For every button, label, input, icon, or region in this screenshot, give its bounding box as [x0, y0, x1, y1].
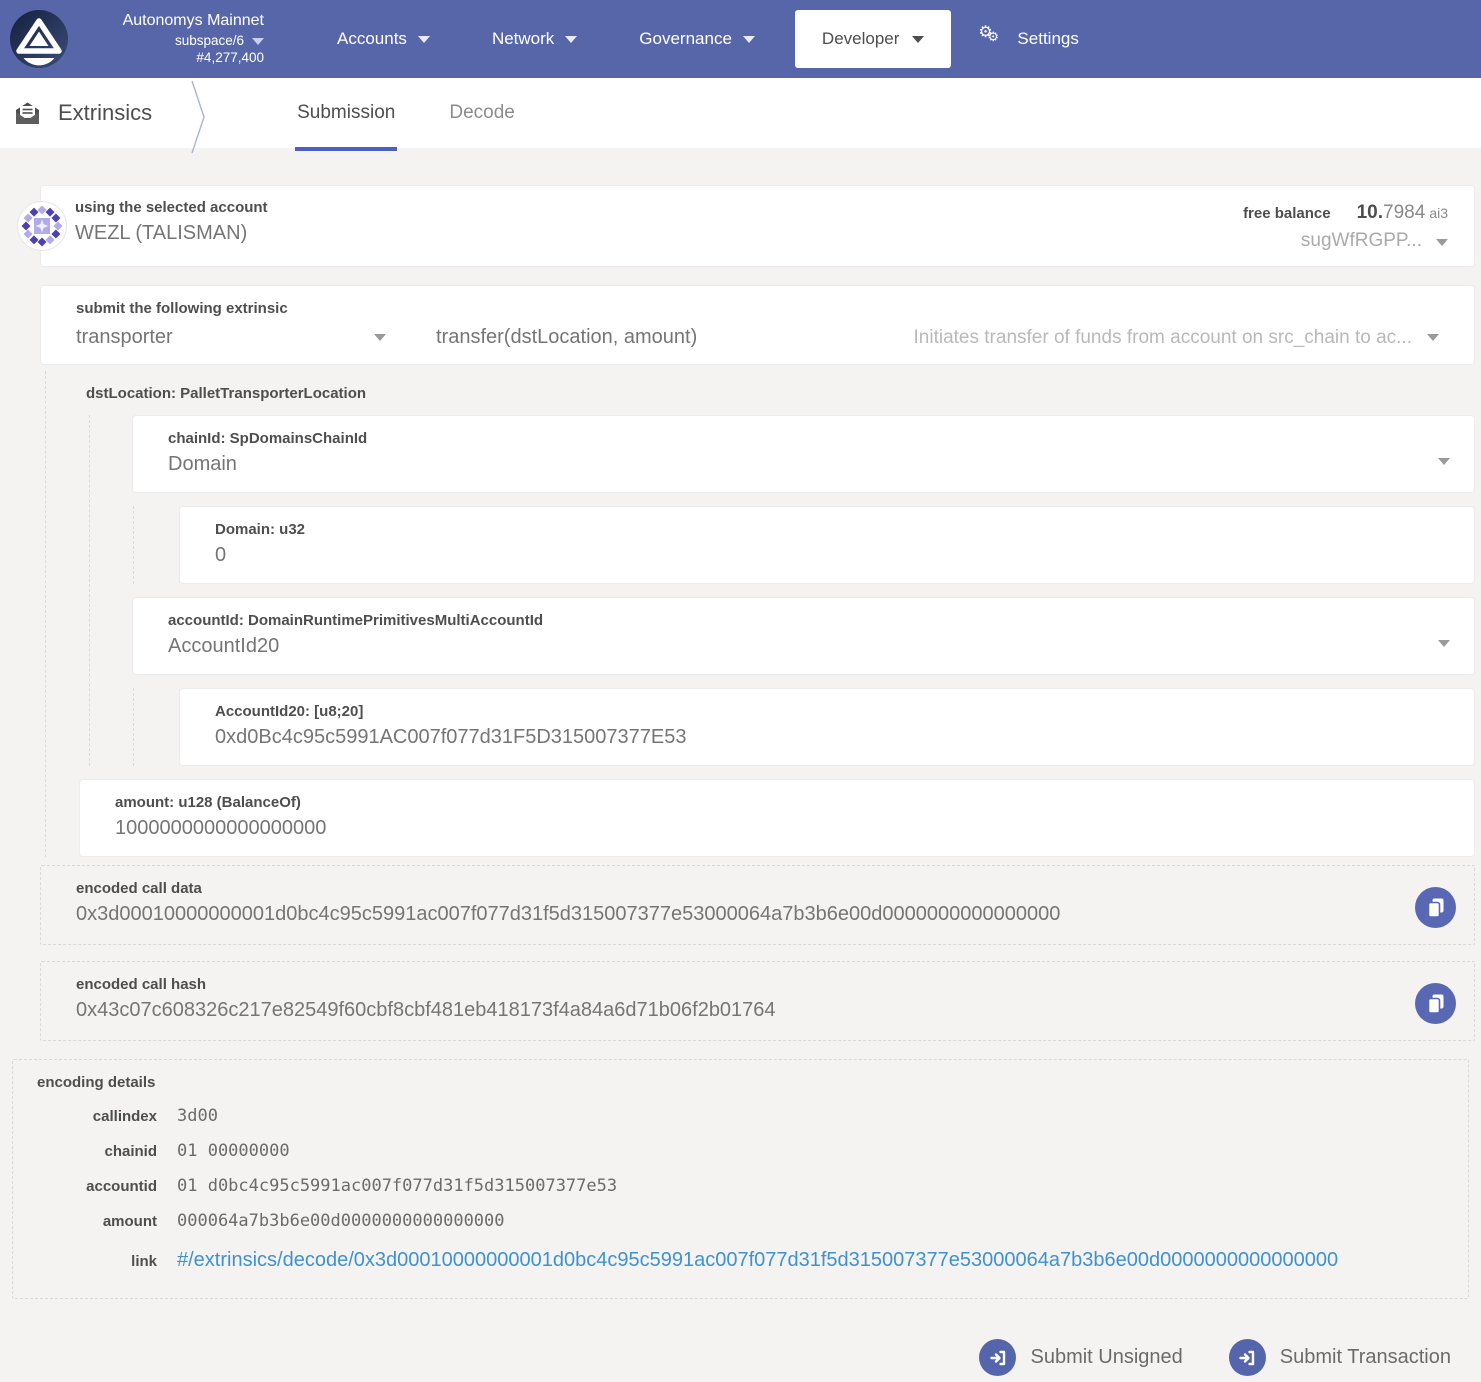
balance-block: free balance 10.7984ai3 sugWfRGPP... [1243, 199, 1448, 254]
params-nest-level-1: chainId: SpDomainsChainId Domain Domain:… [89, 415, 1475, 766]
gears-icon: ⚙⚙ [978, 26, 1008, 52]
param-chainid-label: chainId: SpDomainsChainId [168, 430, 1439, 447]
param-accountid-select[interactable]: AccountId20 [168, 635, 1439, 658]
encoding-row-accountid: accountid 01 d0bc4c95c5991ac007f077d31f5… [37, 1176, 1444, 1196]
account-identicon[interactable] [17, 201, 67, 256]
balance-unit: ai3 [1429, 205, 1448, 221]
submit-transaction-button[interactable]: Submit Transaction [1229, 1339, 1451, 1376]
balance-integer: 10. [1357, 202, 1383, 223]
chevron-down-icon [565, 36, 577, 43]
menu-item-network[interactable]: Network [461, 0, 608, 78]
copy-call-hash-button[interactable] [1415, 983, 1456, 1024]
param-accountid20: AccountId20: [u8;20] 0xd0Bc4c95c5991AC00… [179, 688, 1475, 766]
params-nest-level-2b: AccountId20: [u8;20] 0xd0Bc4c95c5991AC00… [133, 688, 1475, 766]
top-navbar: Autonomys Mainnet subspace/6 #4,277,400 … [0, 0, 1481, 78]
param-amount: amount: u128 (BalanceOf) 100000000000000… [79, 779, 1475, 857]
chevron-down-icon [252, 38, 264, 45]
page-body: using the selected account WEZL (TALISMA… [0, 148, 1481, 1382]
page: Autonomys Mainnet subspace/6 #4,277,400 … [0, 0, 1481, 1382]
param-accountid-label: accountId: DomainRuntimePrimitivesMultiA… [168, 612, 1439, 629]
encoded-call-data-section: encoded call data 0x3d00010000000001d0bc… [40, 865, 1475, 945]
page-header: Extrinsics Submission Decode [0, 78, 1481, 148]
chevron-down-icon[interactable] [1438, 640, 1450, 647]
param-accountid: accountId: DomainRuntimePrimitivesMultiA… [132, 597, 1475, 675]
param-chainid-select[interactable]: Domain [168, 453, 1439, 476]
param-domain-label: Domain: u32 [215, 521, 1439, 538]
footer-actions: Submit Unsigned Submit Transaction [0, 1339, 1451, 1376]
breadcrumb-separator [190, 80, 206, 159]
menu-item-developer-active[interactable]: Developer [795, 10, 952, 68]
chevron-down-icon [1427, 334, 1439, 341]
autonomys-logo-icon[interactable] [8, 8, 70, 70]
copy-icon [1427, 994, 1445, 1014]
envelope-open-text-icon [14, 101, 41, 126]
extrinsic-section-label: submit the following extrinsic [76, 300, 1439, 317]
balance-fraction: 7984 [1383, 202, 1425, 223]
page-title: Extrinsics [58, 100, 152, 126]
free-balance-label: free balance [1243, 205, 1331, 222]
network-info: Autonomys Mainnet subspace/6 #4,277,400 [86, 11, 264, 67]
account-address-toggle[interactable]: sugWfRGPP... [1243, 227, 1448, 255]
chevron-down-icon [374, 334, 386, 341]
copy-icon [1427, 898, 1445, 918]
params-nest-level-2a: Domain: u32 0 [133, 506, 1475, 584]
method-description-dropdown[interactable]: Initiates transfer of funds from account… [914, 327, 1439, 349]
submit-unsigned-button[interactable]: Submit Unsigned [979, 1339, 1182, 1376]
menu-item-accounts[interactable]: Accounts [306, 0, 461, 78]
sign-in-icon [979, 1339, 1016, 1376]
param-domain-u32: Domain: u32 0 [179, 506, 1475, 584]
encoding-details-section: encoding details callindex 3d00 chainid … [12, 1059, 1469, 1299]
encoded-call-hash-section: encoded call hash 0x43c07c608326c217e825… [40, 961, 1475, 1041]
menu-item-settings[interactable]: ⚙⚙ Settings [960, 26, 1096, 52]
encoded-call-data-label: encoded call data [76, 880, 1384, 897]
chevron-down-icon [1436, 239, 1448, 246]
chevron-down-icon [743, 36, 755, 43]
chevron-down-icon [912, 36, 924, 43]
param-accountid20-input[interactable]: 0xd0Bc4c95c5991AC007f077d31F5D315007377E… [215, 726, 1439, 749]
param-domain-input[interactable]: 0 [215, 544, 1439, 567]
encoding-details-title: encoding details [37, 1074, 1444, 1091]
menu-item-governance[interactable]: Governance [608, 0, 786, 78]
encoding-row-chainid: chainid 01 00000000 [37, 1141, 1444, 1161]
param-dstlocation-label: dstLocation: PalletTransporterLocation [86, 381, 1475, 402]
param-amount-input[interactable]: 1000000000000000000 [115, 817, 1439, 840]
encoded-call-hash-label: encoded call hash [76, 976, 1384, 993]
encoding-row-callindex: callindex 3d00 [37, 1106, 1444, 1126]
chain-spec-selector[interactable]: subspace/6 [86, 32, 264, 50]
decode-link[interactable]: #/extrinsics/decode/0x3d00010000000001d0… [177, 1249, 1338, 1272]
chevron-down-icon[interactable] [1438, 458, 1450, 465]
account-selector[interactable]: using the selected account WEZL (TALISMA… [40, 185, 1475, 267]
network-name: Autonomys Mainnet [86, 11, 264, 32]
sign-in-icon [1229, 1339, 1266, 1376]
encoding-row-link: link #/extrinsics/decode/0x3d00010000000… [37, 1249, 1444, 1272]
pallet-dropdown[interactable]: transporter [76, 326, 386, 349]
param-accountid20-label: AccountId20: [u8;20] [215, 703, 1439, 720]
tab-submission[interactable]: Submission [270, 78, 422, 148]
param-chainid: chainId: SpDomainsChainId Domain [132, 415, 1475, 493]
copy-call-data-button[interactable] [1415, 887, 1456, 928]
encoded-call-hash-value: 0x43c07c608326c217e82549f60cbf8cbf481eb4… [76, 999, 1384, 1022]
extrinsic-section: submit the following extrinsic transport… [40, 285, 1475, 365]
params-tree: dstLocation: PalletTransporterLocation c… [45, 371, 1475, 857]
method-dropdown[interactable]: transfer(dstLocation, amount) [436, 326, 697, 349]
encoded-call-data-value: 0x3d00010000000001d0bc4c95c5991ac007f077… [76, 903, 1384, 926]
param-amount-label: amount: u128 (BalanceOf) [115, 794, 1439, 811]
tab-bar: Submission Decode [270, 78, 542, 148]
chevron-down-icon [418, 36, 430, 43]
main-menu: Accounts Network Governance Developer ⚙⚙… [306, 0, 1097, 78]
encoding-row-amount: amount 000064a7b3b6e00d0000000000000000 [37, 1211, 1444, 1231]
tab-decode[interactable]: Decode [422, 78, 542, 148]
block-number: #4,277,400 [86, 49, 264, 67]
